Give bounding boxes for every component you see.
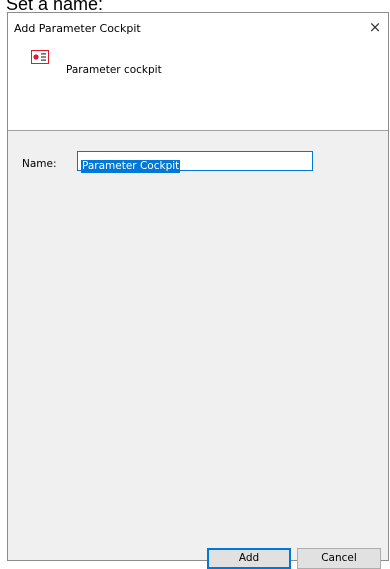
header-label: Parameter cockpit <box>66 64 162 76</box>
add-button[interactable]: Add <box>207 548 291 569</box>
name-label: Name: <box>22 158 57 170</box>
close-icon[interactable]: × <box>366 18 384 36</box>
dialog-titlebar: Add Parameter Cockpit × <box>8 13 388 43</box>
name-field[interactable]: Parameter Cockpit <box>77 151 313 173</box>
add-parameter-cockpit-dialog: Add Parameter Cockpit × Parameter cockpi… <box>7 12 389 561</box>
dialog-header <box>8 43 388 131</box>
cancel-button[interactable]: Cancel <box>297 548 381 569</box>
parameter-cockpit-icon <box>31 50 49 64</box>
name-field-selected-text: Parameter Cockpit <box>81 160 181 173</box>
dialog-title: Add Parameter Cockpit <box>14 22 141 35</box>
